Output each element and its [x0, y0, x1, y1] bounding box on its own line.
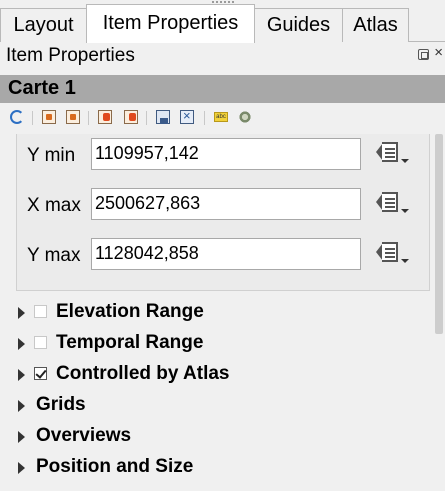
toolbar-separator — [88, 111, 89, 125]
temporal-range-checkbox[interactable] — [34, 336, 47, 349]
expand-arrow-icon[interactable] — [18, 307, 25, 319]
toolbar-separator — [204, 111, 205, 125]
scrollbar-thumb[interactable] — [435, 134, 443, 334]
extent-group: Y min 1109957,142 X max 2500627,863 Y ma… — [16, 134, 430, 291]
group-label: Position and Size — [36, 456, 194, 477]
expand-arrow-icon[interactable] — [18, 400, 25, 412]
tab-guides[interactable]: Guides — [254, 8, 343, 42]
controlled-by-atlas-checkbox[interactable] — [34, 367, 47, 380]
item-toolbar: abc — [0, 104, 445, 132]
expand-arrow-icon[interactable] — [18, 369, 25, 381]
y-min-label: Y min — [27, 145, 76, 166]
group-label: Controlled by Atlas — [56, 363, 230, 384]
y-min-field[interactable]: 1109957,142 — [91, 138, 361, 170]
data-defined-icon — [376, 191, 398, 213]
expand-arrow-icon[interactable] — [18, 462, 25, 474]
map-theme-icon[interactable] — [156, 110, 170, 124]
item-name: Carte 1 — [8, 77, 76, 99]
data-defined-icon — [376, 141, 398, 163]
group-label: Overviews — [36, 425, 132, 446]
chevron-down-icon — [401, 159, 409, 163]
item-header: Carte 1 — [0, 75, 445, 103]
gear-icon[interactable] — [238, 110, 252, 124]
set-scale-icon[interactable] — [98, 110, 112, 124]
chevron-down-icon — [401, 209, 409, 213]
tab-layout[interactable]: Layout — [0, 8, 87, 42]
close-panel-icon[interactable]: × — [434, 44, 443, 61]
expand-arrow-icon[interactable] — [18, 338, 25, 350]
x-max-data-defined-button[interactable] — [371, 188, 411, 220]
dock-tab-bar: Layout Item Properties Guides Atlas — [0, 4, 445, 43]
elevation-range-checkbox[interactable] — [34, 305, 47, 318]
y-max-label: Y max — [27, 245, 81, 266]
panel-title-bar: Item Properties × — [0, 42, 445, 72]
set-extent-icon[interactable] — [42, 110, 56, 124]
group-label: Temporal Range — [56, 332, 204, 353]
expand-arrow-icon[interactable] — [18, 431, 25, 443]
vertical-scrollbar[interactable] — [433, 134, 445, 491]
tab-item-properties[interactable]: Item Properties — [86, 4, 255, 43]
group-label: Grids — [36, 394, 86, 415]
x-max-label: X max — [27, 195, 81, 216]
view-extent-icon[interactable] — [66, 110, 80, 124]
label-settings-icon[interactable]: abc — [214, 112, 228, 122]
panel-title: Item Properties — [6, 45, 135, 66]
properties-scroll-area: Y min 1109957,142 X max 2500627,863 Y ma… — [0, 134, 430, 491]
group-label: Elevation Range — [56, 301, 204, 322]
toolbar-separator — [32, 111, 33, 125]
tab-atlas[interactable]: Atlas — [342, 8, 409, 42]
chevron-down-icon — [401, 259, 409, 263]
x-max-field[interactable]: 2500627,863 — [91, 188, 361, 220]
zoom-extent-icon[interactable] — [180, 108, 194, 124]
toolbar-separator — [146, 111, 147, 125]
y-max-field[interactable]: 1128042,858 — [91, 238, 361, 270]
y-min-data-defined-button[interactable] — [371, 138, 411, 170]
view-scale-icon[interactable] — [124, 110, 138, 124]
data-defined-icon — [376, 241, 398, 263]
refresh-icon[interactable] — [10, 110, 24, 124]
y-max-data-defined-button[interactable] — [371, 238, 411, 270]
float-panel-icon[interactable] — [418, 49, 429, 60]
